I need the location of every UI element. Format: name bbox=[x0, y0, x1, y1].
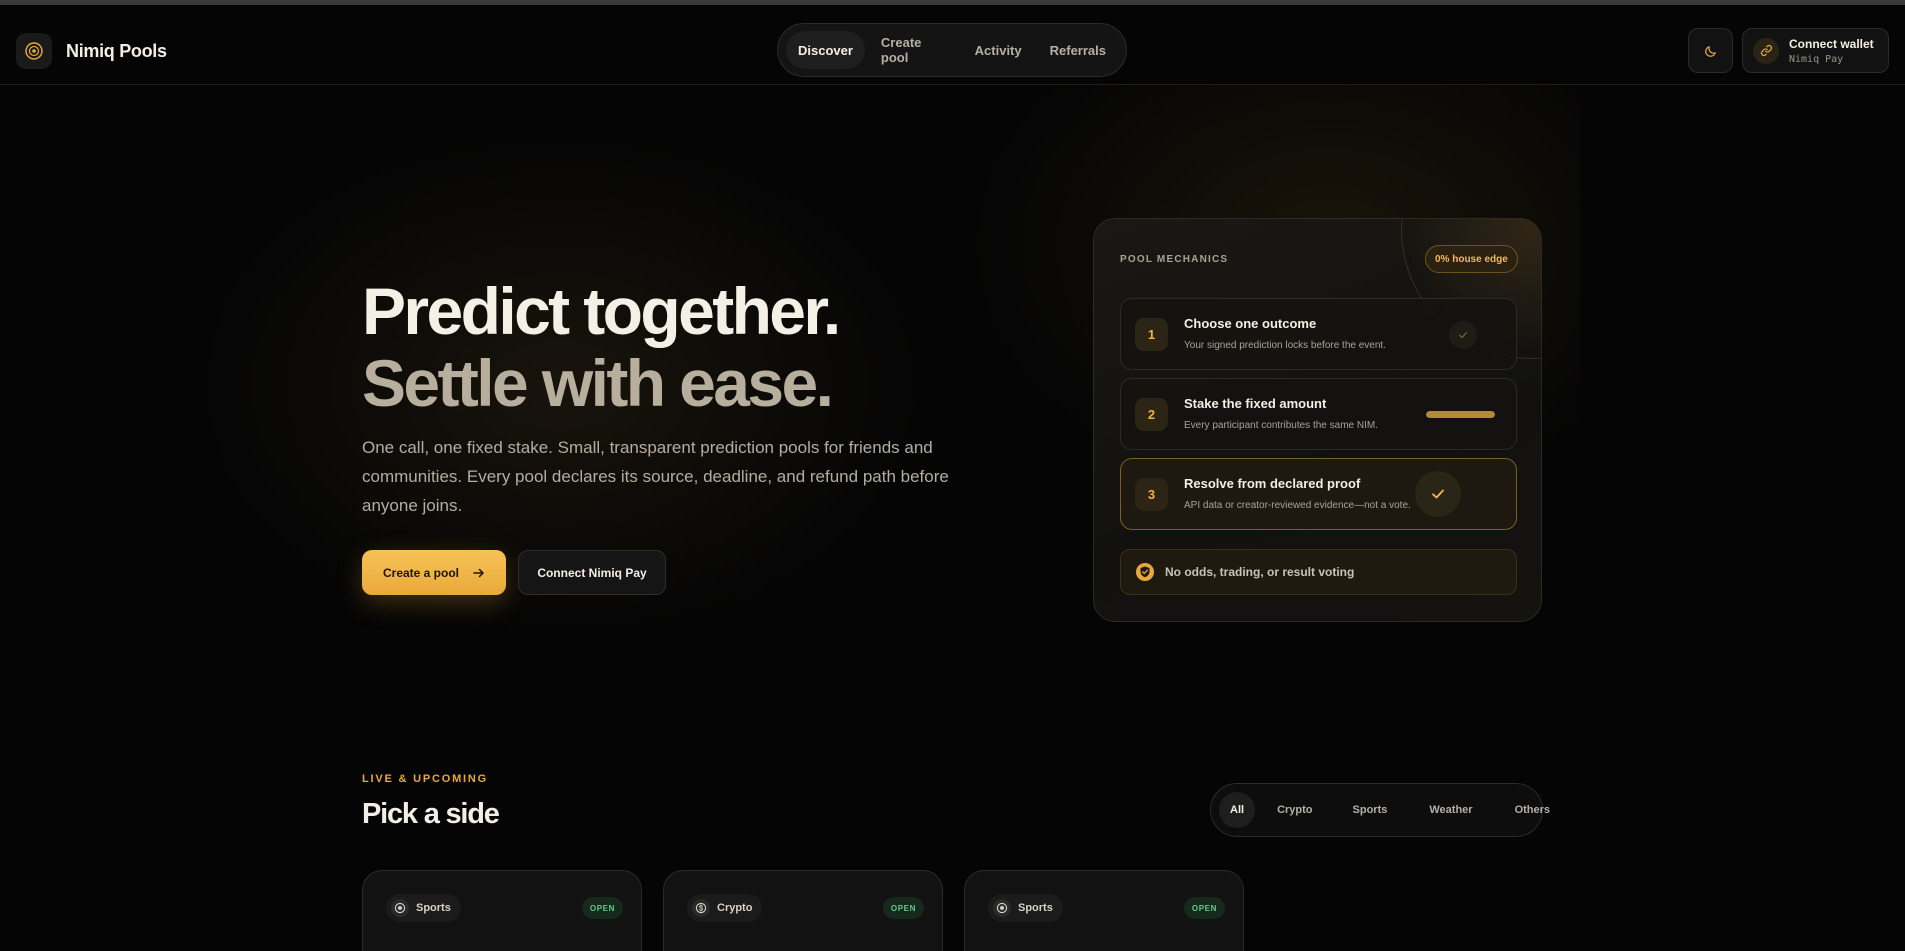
pool-category-label: Sports bbox=[1018, 902, 1053, 914]
hero-description: One call, one fixed stake. Small, transp… bbox=[362, 438, 949, 515]
mechanics-label: POOL MECHANICS bbox=[1120, 254, 1229, 265]
link-icon bbox=[1753, 37, 1779, 64]
pool-category-label: Crypto bbox=[717, 902, 753, 914]
filter-weather[interactable]: Weather bbox=[1403, 792, 1486, 828]
brand-name: Nimiq Pools bbox=[66, 40, 167, 61]
filter-all[interactable]: All bbox=[1219, 792, 1256, 828]
pool-card[interactable]: Sports OPEN bbox=[964, 870, 1244, 951]
brand[interactable]: Nimiq Pools bbox=[16, 33, 167, 69]
section-title: Pick a side bbox=[362, 798, 500, 830]
step-number: 3 bbox=[1135, 478, 1168, 511]
nav-create-pool[interactable]: Create pool bbox=[869, 31, 959, 69]
filter-crypto[interactable]: Crypto bbox=[1257, 792, 1326, 828]
connect-nimiq-pay-button[interactable]: Connect Nimiq Pay bbox=[518, 550, 666, 595]
step-number: 2 bbox=[1135, 398, 1168, 431]
mechanics-step-1: 1 Choose one outcome Your signed predict… bbox=[1120, 298, 1517, 370]
hero-title-line1: Predict together. bbox=[362, 274, 841, 348]
mechanics-step-3: 3 Resolve from declared proof API data o… bbox=[1120, 458, 1517, 530]
mechanics-step-2: 2 Stake the fixed amount Every participa… bbox=[1120, 378, 1517, 450]
logo-icon bbox=[16, 33, 52, 69]
connect-wallet-button[interactable]: Connect wallet Nimiq Pay bbox=[1742, 28, 1889, 73]
pool-card[interactable]: Sports OPEN bbox=[362, 870, 642, 951]
create-pool-label: Create a pool bbox=[382, 565, 460, 580]
step-subtitle: API data or creator-reviewed evidence—no… bbox=[1184, 500, 1411, 511]
theme-toggle-button[interactable] bbox=[1688, 28, 1733, 73]
wallet-subtitle: Nimiq Pay bbox=[1789, 53, 1844, 65]
pool-category: Sports bbox=[988, 894, 1063, 922]
wallet-title: Connect wallet bbox=[1789, 36, 1874, 51]
shield-check-icon bbox=[1136, 563, 1154, 581]
pool-category: Sports bbox=[386, 894, 461, 922]
pool-mechanics-card: POOL MECHANICS 0% house edge 1 Choose on… bbox=[1093, 218, 1542, 622]
step-title: Resolve from declared proof bbox=[1184, 476, 1361, 491]
moon-icon bbox=[1704, 45, 1716, 57]
arrow-right-icon bbox=[473, 568, 484, 577]
pool-category: Crypto bbox=[687, 894, 763, 922]
nav-discover[interactable]: Discover bbox=[786, 31, 865, 69]
step-number: 1 bbox=[1135, 318, 1168, 351]
create-pool-button[interactable]: Create a pool bbox=[362, 550, 506, 595]
step-subtitle: Your signed prediction locks before the … bbox=[1184, 340, 1386, 351]
pool-category-label: Sports bbox=[416, 902, 451, 914]
nav-referrals[interactable]: Referrals bbox=[1038, 31, 1118, 69]
check-icon bbox=[1449, 321, 1477, 349]
top-header: Nimiq Pools Discover Create pool Activit… bbox=[0, 5, 1905, 85]
mechanics-footer: No odds, trading, or result voting bbox=[1120, 549, 1517, 595]
pool-card[interactable]: Crypto OPEN bbox=[663, 870, 943, 951]
hero-title: Predict together. Settle with ease. bbox=[362, 274, 841, 420]
mechanics-footer-text: No odds, trading, or result voting bbox=[1165, 565, 1355, 579]
stake-progress-bar bbox=[1426, 411, 1495, 418]
section-eyebrow: LIVE & UPCOMING bbox=[362, 773, 489, 785]
ball-icon bbox=[993, 899, 1011, 917]
coin-icon bbox=[692, 899, 710, 917]
status-badge: OPEN bbox=[581, 897, 623, 919]
check-icon bbox=[1415, 471, 1461, 517]
step-title: Choose one outcome bbox=[1184, 316, 1317, 331]
hero-title-line2: Settle with ease. bbox=[362, 346, 834, 420]
ball-icon bbox=[391, 899, 409, 917]
house-edge-badge: 0% house edge bbox=[1425, 245, 1518, 273]
status-badge: OPEN bbox=[882, 897, 924, 919]
step-title: Stake the fixed amount bbox=[1184, 396, 1327, 411]
main-nav: Discover Create pool Activity Referrals bbox=[777, 23, 1127, 77]
status-badge: OPEN bbox=[1183, 897, 1225, 919]
category-filter: All Crypto Sports Weather Others bbox=[1210, 783, 1550, 837]
stake-progress-fill bbox=[1426, 411, 1495, 418]
nav-activity[interactable]: Activity bbox=[963, 31, 1034, 69]
filter-others[interactable]: Others bbox=[1489, 792, 1564, 828]
step-subtitle: Every participant contributes the same N… bbox=[1184, 420, 1378, 431]
filter-sports[interactable]: Sports bbox=[1329, 792, 1402, 828]
